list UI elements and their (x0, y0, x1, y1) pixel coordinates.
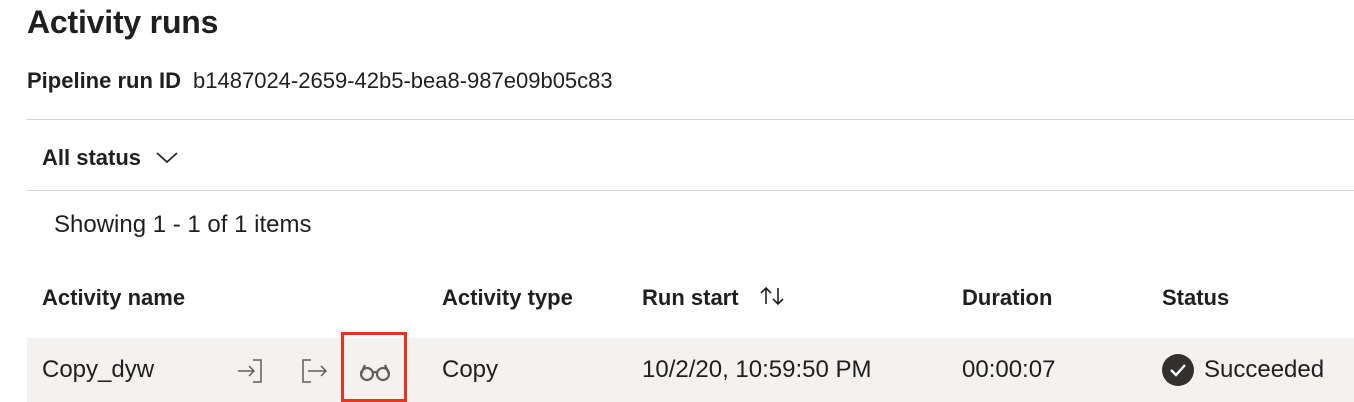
status-label: Succeeded (1204, 356, 1325, 383)
column-header-status[interactable]: Status (1162, 282, 1229, 314)
activity-type-cell: Copy (442, 356, 499, 383)
column-header-run-start-label: Run start (642, 285, 739, 310)
status-filter-dropdown[interactable]: All status (42, 140, 179, 176)
status-cell: Succeeded (1162, 338, 1324, 402)
pipeline-run-id-value: b1487024-2659-42b5-bea8-987e09b05c83 (193, 68, 613, 93)
highlight-box (341, 332, 407, 402)
duration-cell: 00:00:07 (962, 356, 1056, 383)
column-header-activity-type[interactable]: Activity type (442, 282, 573, 314)
pipeline-run-id: Pipeline run ID b1487024-2659-42b5-bea8-9… (27, 66, 613, 96)
checkmark-icon (1162, 354, 1194, 386)
input-icon[interactable] (233, 354, 267, 388)
run-start-cell: 10/2/20, 10:59:50 PM (642, 356, 872, 383)
page-title: Activity runs (27, 4, 219, 40)
pagination-summary: Showing 1 - 1 of 1 items (54, 211, 312, 238)
column-header-run-start[interactable]: Run start (642, 282, 787, 314)
table-row[interactable]: Copy_dyw Copy 10/2/20, 10:59:50 PM 00:00… (27, 332, 1354, 402)
divider (27, 119, 1354, 120)
column-header-duration[interactable]: Duration (962, 282, 1052, 314)
pipeline-run-id-label: Pipeline run ID (27, 68, 182, 93)
column-header-activity-name[interactable]: Activity name (42, 282, 185, 314)
status-filter-label: All status (42, 145, 142, 170)
chevron-down-icon (155, 151, 179, 165)
activity-name-cell[interactable]: Copy_dyw (42, 338, 154, 402)
output-icon[interactable] (297, 354, 331, 388)
sort-icon[interactable] (757, 284, 787, 308)
divider (27, 190, 1354, 191)
